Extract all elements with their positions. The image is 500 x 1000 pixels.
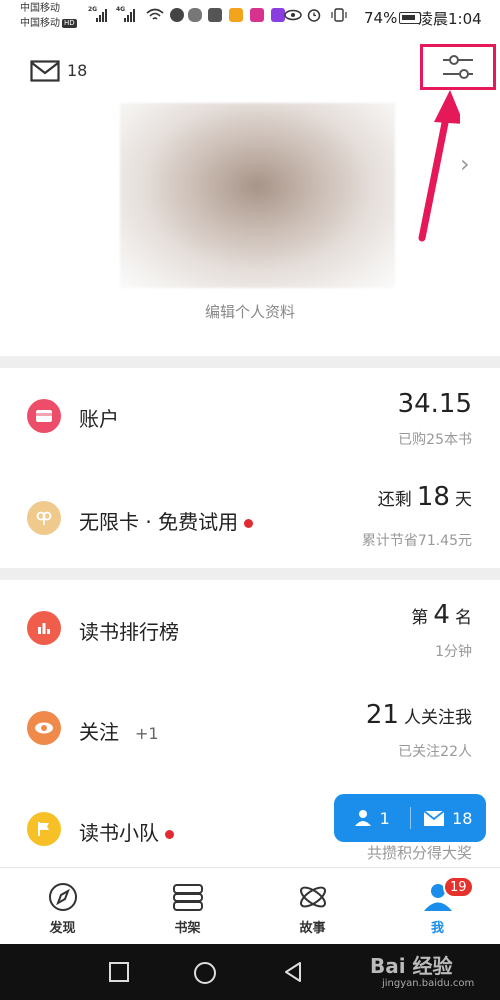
follow-label: 关注 +1 [79,720,159,744]
annotation-arrow-icon [418,90,460,242]
flag-icon [27,812,61,846]
follow-row[interactable]: 关注 +1 21 人关注我 已关注22人 [0,680,500,780]
nav-discover-label: 发现 [49,921,76,936]
video-app-icon [271,8,285,22]
nav-stories[interactable]: 故事 [250,868,375,944]
settings-button[interactable] [420,44,496,90]
account-icon [27,399,61,433]
mail-count[interactable]: 18 [67,61,87,80]
followers-count: 21 人关注我 [365,700,472,730]
watermark-logo: Bai 经验 [370,954,453,978]
bookshelf-icon [172,884,203,911]
mail-icon [424,810,445,826]
followers-badge-count: 1 [379,808,390,828]
mail-badge-count: 18 [452,808,473,828]
unlimited-card-label: 无限卡 · 免费试用 [79,506,254,535]
compass-icon [48,883,77,911]
signal-icon-1 [96,8,107,22]
watermark-url: jingyan.baidu.com [382,978,475,989]
bar-chart-icon [27,611,61,645]
chevron-right-icon[interactable]: › [460,150,470,178]
mail-button[interactable]: 18 [411,809,487,828]
unread-dot [244,519,254,528]
bottom-nav: 发现 书架 故事 我 19 [0,867,500,944]
account-balance: 34.15 [397,389,472,419]
ranking-position: 第 4 名 [411,600,472,630]
home-icon[interactable] [192,960,218,986]
account-label: 账户 [79,407,119,431]
remaining-days: 还剩 18 天 [377,482,472,512]
section-divider [0,568,500,580]
unlimited-card-row[interactable]: 无限卡 · 免费试用 还剩 18 天 累计节省71.45元 [0,468,500,568]
mail-icon[interactable] [30,60,60,82]
account-books-bought: 已购25本书 [398,432,472,448]
follow-new-count: +1 [135,724,159,743]
battery-percent: 74% [364,9,398,27]
floating-social-pill[interactable]: 1 18 [334,794,486,842]
reading-team-label: 读书小队 [79,817,174,846]
hd-badge: HD [62,18,77,28]
eye-icon [284,9,302,21]
infinity-icon [27,501,61,535]
nav-stories-label: 故事 [299,921,326,936]
nav-me-label: 我 [430,921,444,936]
edit-profile-link[interactable]: 编辑个人资料 [0,301,500,322]
eye-icon [27,711,61,745]
back-icon[interactable] [281,960,305,984]
app-notification-icon [170,8,184,22]
signal-icon-2 [124,8,135,22]
carrier-2: 中国移动 HD [20,18,77,29]
carrier-1: 中国移动 [20,3,60,14]
nav-bookshelf[interactable]: 书架 [125,868,250,944]
wifi-icon [146,8,164,20]
clock: 凌晨1:04 [418,10,482,28]
reading-team-desc: 共攒积分得大奖 [366,844,472,862]
recents-icon[interactable] [107,960,131,984]
reading-time: 1分钟 [435,644,472,660]
atom-icon [299,886,326,908]
nav-discover[interactable]: 发现 [0,868,125,944]
nav-bookshelf-label: 书架 [174,921,201,936]
person-icon [354,810,371,826]
avatar[interactable] [120,103,395,288]
followers-button[interactable]: 1 [334,809,410,828]
app-notification-icon-4 [250,8,264,22]
settings-sliders-icon [443,55,473,79]
section-divider [0,356,500,368]
vibrate-icon [331,8,347,22]
app-notification-icon-2 [208,8,222,22]
following-count: 已关注22人 [398,744,472,760]
app-notification-icon-3 [229,8,243,22]
reading-ranking-row[interactable]: 读书排行榜 第 4 名 1分钟 [0,580,500,680]
unread-dot [165,830,174,839]
notification-badge: 19 [443,876,474,898]
cloud-icon [188,8,202,22]
reading-ranking-label: 读书排行榜 [79,620,179,644]
alarm-icon [307,9,321,22]
total-saved: 累计节省71.45元 [361,533,472,549]
nav-me[interactable]: 我 19 [375,868,500,944]
status-bar: 中国移动 中国移动 HD 2G 4G 74% 凌晨1:04 [0,0,500,36]
account-row[interactable]: 账户 34.15 已购25本书 [0,368,500,468]
